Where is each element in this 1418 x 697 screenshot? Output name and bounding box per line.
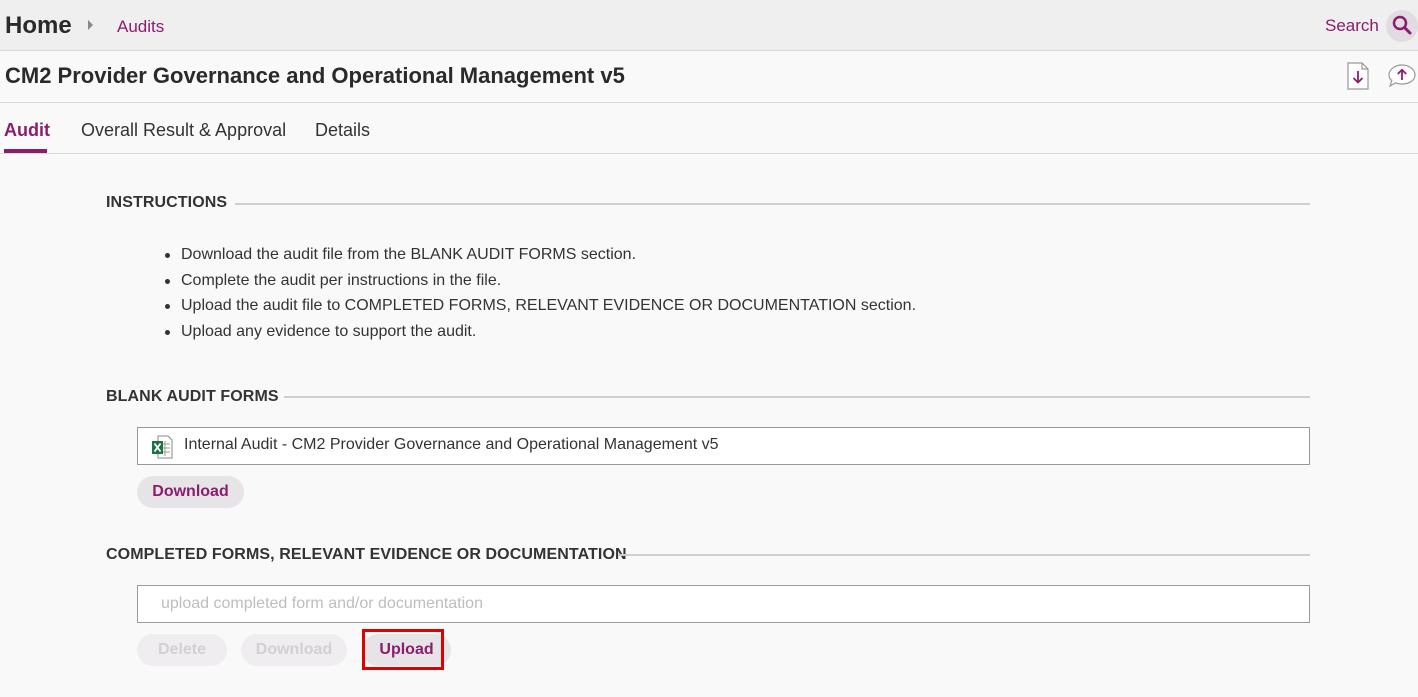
tab-audit[interactable]: Audit xyxy=(4,120,50,141)
home-link[interactable]: Home xyxy=(5,12,72,40)
excel-file-icon xyxy=(152,435,173,459)
tab-overall-result-approval[interactable]: Overall Result & Approval xyxy=(81,120,286,141)
top-bar: Home Audits Search xyxy=(0,0,1418,51)
instructions-divider xyxy=(235,203,1310,205)
breadcrumb-audits[interactable]: Audits xyxy=(117,17,164,37)
instruction-item: Upload any evidence to support the audit… xyxy=(163,321,916,347)
blank-forms-divider xyxy=(284,396,1310,398)
upload-documentation-field[interactable] xyxy=(137,585,1310,623)
tab-bar: Audit Overall Result & Approval Details xyxy=(0,103,1418,154)
download-document-icon xyxy=(1347,62,1369,90)
upload-comment-icon xyxy=(1388,64,1416,88)
delete-button[interactable]: Delete xyxy=(137,634,227,666)
search-label[interactable]: Search xyxy=(1325,16,1379,36)
page-title: CM2 Provider Governance and Operational … xyxy=(5,63,625,88)
download-blank-form-button[interactable]: Download xyxy=(137,476,244,508)
breadcrumb-separator-icon xyxy=(88,20,93,30)
download-document-button[interactable] xyxy=(1346,62,1370,90)
instructions-list: Download the audit file from the BLANK A… xyxy=(163,244,916,346)
upload-button[interactable]: Upload xyxy=(362,634,451,666)
blank-audit-file-item[interactable]: Internal Audit - CM2 Provider Governance… xyxy=(137,427,1310,465)
blank-audit-forms-heading: BLANK AUDIT FORMS xyxy=(106,388,279,405)
title-bar: CM2 Provider Governance and Operational … xyxy=(0,51,1418,103)
instructions-heading: INSTRUCTIONS xyxy=(106,194,228,211)
instruction-item: Complete the audit per instructions in t… xyxy=(163,270,916,296)
blank-audit-file-name: Internal Audit - CM2 Provider Governance… xyxy=(184,436,719,453)
upload-comment-button[interactable] xyxy=(1387,63,1417,89)
completed-forms-divider xyxy=(618,554,1310,556)
search-icon xyxy=(1392,15,1412,35)
download-completed-button[interactable]: Download xyxy=(241,634,347,666)
search-button[interactable] xyxy=(1386,10,1418,42)
tab-details[interactable]: Details xyxy=(315,120,370,141)
active-tab-indicator xyxy=(4,149,47,153)
instruction-item: Upload the audit file to COMPLETED FORMS… xyxy=(163,295,916,321)
completed-forms-heading: COMPLETED FORMS, RELEVANT EVIDENCE OR DO… xyxy=(106,546,627,563)
instruction-item: Download the audit file from the BLANK A… xyxy=(163,244,916,270)
